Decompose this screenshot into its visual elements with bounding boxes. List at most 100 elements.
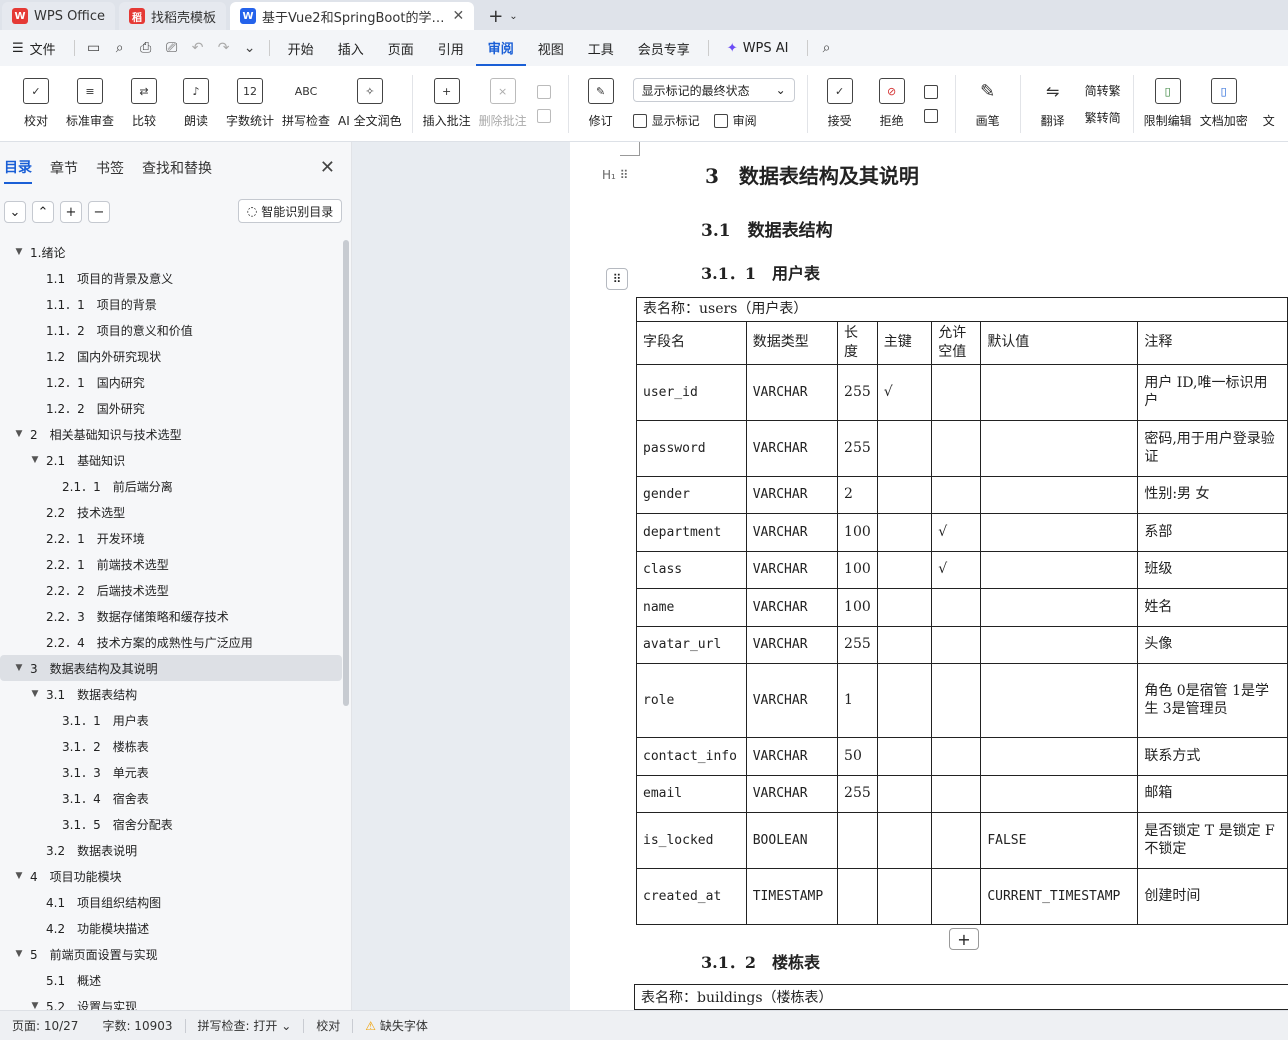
page-indicator[interactable]: 页面: 10/27 <box>0 1017 90 1034</box>
more-ribbon-button[interactable]: 文 <box>1256 69 1282 139</box>
expand-arrow-icon[interactable]: ▼ <box>28 455 42 465</box>
table-cell[interactable]: √ <box>931 550 982 589</box>
table-cell[interactable]: VARCHAR <box>745 662 839 738</box>
compare-button[interactable]: ⇄ 比较 <box>122 69 166 139</box>
menu-view[interactable]: 视图 <box>526 30 576 66</box>
table-cell[interactable]: gender <box>636 475 747 514</box>
next-comment-button[interactable] <box>536 108 556 123</box>
toc-item[interactable]: 2.2．4 技术方案的成熟性与广泛应用 <box>0 629 342 655</box>
expand-arrow-icon[interactable]: ▼ <box>28 689 42 699</box>
table-cell[interactable] <box>876 811 933 869</box>
table-cell[interactable] <box>980 363 1139 421</box>
table-cell[interactable]: TIMESTAMP <box>745 867 839 925</box>
table-cell[interactable]: FALSE <box>980 811 1139 869</box>
table-cell[interactable] <box>837 867 878 925</box>
toc-item[interactable]: 4.1 项目组织结构图 <box>0 889 342 915</box>
table-cell[interactable]: 系部 <box>1137 512 1288 552</box>
table-cell[interactable] <box>980 587 1139 627</box>
table-cell[interactable] <box>931 475 982 514</box>
print-preview-icon[interactable]: ⎚ <box>159 30 185 66</box>
toc-item[interactable]: ▼ 4 项目功能模块 <box>0 863 342 889</box>
table-cell[interactable]: VARCHAR <box>745 736 839 776</box>
table-cell[interactable]: role <box>636 662 747 738</box>
table-cell[interactable]: 联系方式 <box>1137 736 1288 776</box>
table-cell[interactable]: 用户 ID,唯一标识用户 <box>1137 363 1288 421</box>
table-cell[interactable] <box>876 736 933 776</box>
table-cell[interactable] <box>980 550 1139 589</box>
expand-arrow-icon[interactable]: ▼ <box>12 949 26 959</box>
toc-item[interactable]: ▼ 3 数据表结构及其说明 <box>0 655 342 681</box>
doc-encrypt-button[interactable]: ▯ 文档加密 <box>1200 69 1248 139</box>
table-cell[interactable] <box>931 867 982 925</box>
new-tab-button[interactable]: + ⌄ <box>478 2 527 30</box>
table-cell[interactable]: VARCHAR <box>745 550 839 589</box>
table-cell[interactable]: 255 <box>837 363 878 421</box>
toc-item[interactable]: ▼ 5 前端页面设置与实现 <box>0 941 342 967</box>
spell-check-status[interactable]: 拼写检查: 打开 ⌄ <box>186 1017 304 1034</box>
expand-arrow-icon[interactable]: ▼ <box>12 247 26 257</box>
toc-item[interactable]: ▼ 1.绪论 <box>0 239 342 265</box>
table-cell[interactable]: VARCHAR <box>745 774 839 813</box>
table-cell[interactable] <box>931 363 982 421</box>
table-cell[interactable]: VARCHAR <box>745 419 839 477</box>
missing-font-status[interactable]: ⚠ 缺失字体 <box>353 1017 440 1034</box>
table-cell[interactable]: √ <box>876 363 933 421</box>
table-cell[interactable]: 100 <box>837 587 878 627</box>
table-cell[interactable] <box>980 475 1139 514</box>
table-cell[interactable]: 100 <box>837 512 878 552</box>
table-cell[interactable]: BOOLEAN <box>745 811 839 869</box>
expand-arrow-icon[interactable]: ▼ <box>12 871 26 881</box>
collapse-icon[interactable]: ⌄ <box>4 201 26 223</box>
review-pane-button[interactable]: 审阅 <box>713 112 757 129</box>
expand-arrow-icon[interactable]: ▼ <box>12 663 26 673</box>
toc-item[interactable]: 5.1 概述 <box>0 967 342 993</box>
table-cell[interactable] <box>876 625 933 664</box>
tab-toc[interactable]: 目录 <box>4 152 32 184</box>
menu-home[interactable]: 开始 <box>276 30 326 66</box>
to-traditional-button[interactable]: 简转繁 <box>1085 82 1121 99</box>
toc-item[interactable]: 2.2．1 开发环境 <box>0 525 342 551</box>
table-cell[interactable]: 255 <box>837 774 878 813</box>
search-icon[interactable]: ⌕ <box>814 30 840 66</box>
menu-page[interactable]: 页面 <box>376 30 426 66</box>
table-cell[interactable]: 1 <box>837 662 878 738</box>
tab-template[interactable]: 稻 找稻壳模板 <box>119 2 227 30</box>
table-cell[interactable]: contact_info <box>636 736 747 776</box>
to-simplified-button[interactable]: 繁转简 <box>1085 109 1121 126</box>
table-cell[interactable]: created_at <box>636 867 747 925</box>
save-icon[interactable]: ▭ <box>81 30 107 66</box>
share-icon[interactable]: ⌕ <box>107 30 133 66</box>
table-cell[interactable]: 255 <box>837 419 878 477</box>
table-cell[interactable]: 姓名 <box>1137 587 1288 627</box>
table-cell[interactable]: 性别:男 女 <box>1137 475 1288 514</box>
prev-comment-button[interactable] <box>536 84 556 99</box>
reject-button[interactable]: ⊘ 拒绝 <box>870 69 914 139</box>
close-tab-icon[interactable]: ✕ <box>452 8 464 24</box>
tab-bookmarks[interactable]: 书签 <box>96 152 124 184</box>
table-cell[interactable]: 班级 <box>1137 550 1288 589</box>
accept-button[interactable]: ✓ 接受 <box>818 69 862 139</box>
toc-item[interactable]: 1.2．2 国外研究 <box>0 395 342 421</box>
table-cell[interactable]: 邮箱 <box>1137 774 1288 813</box>
add-row-button[interactable]: + <box>949 928 979 950</box>
table-cell[interactable]: department <box>636 512 747 552</box>
more-chevron-icon[interactable]: ⌄ <box>237 30 263 66</box>
toc-item[interactable]: 3.1．5 宿舍分配表 <box>0 811 342 837</box>
expand-arrow-icon[interactable]: ▼ <box>12 429 26 439</box>
tab-find-replace[interactable]: 查找和替换 <box>142 152 212 184</box>
table-cell[interactable] <box>931 736 982 776</box>
toc-item[interactable]: ▼ 2 相关基础知识与技术选型 <box>0 421 342 447</box>
table-cell[interactable] <box>931 662 982 738</box>
spell-check-button[interactable]: ABC 拼写检查 <box>282 69 330 139</box>
menu-member[interactable]: 会员专享 <box>626 30 702 66</box>
table-cell[interactable]: 100 <box>837 550 878 589</box>
remove-heading-icon[interactable]: − <box>88 201 110 223</box>
read-aloud-button[interactable]: ♪ 朗读 <box>174 69 218 139</box>
tab-sections[interactable]: 章节 <box>50 152 78 184</box>
table-cell[interactable] <box>980 736 1139 776</box>
toc-item[interactable]: 3.1．3 单元表 <box>0 759 342 785</box>
proof-button[interactable]: ✓ 校对 <box>14 69 58 139</box>
show-markup-button[interactable]: 显示标记 <box>632 112 700 129</box>
toc-item[interactable]: 3.1．2 楼栋表 <box>0 733 342 759</box>
table-cell[interactable]: √ <box>931 512 982 552</box>
